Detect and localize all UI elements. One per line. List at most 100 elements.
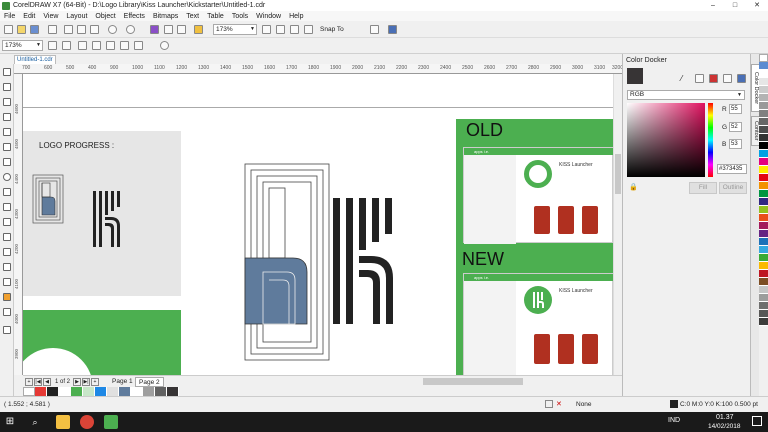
zoom-selected-icon[interactable] — [78, 41, 87, 50]
outline-button[interactable]: Outline — [719, 182, 747, 194]
document-tab[interactable]: Untitled-1.cdr — [14, 55, 56, 64]
palette-swatch-gray-10[interactable] — [759, 78, 768, 86]
add-tool-icon[interactable] — [3, 326, 11, 334]
palette-swatch-grass[interactable] — [759, 254, 768, 262]
zoom-tool-icon[interactable] — [3, 113, 11, 121]
palette-swatch-charcoal[interactable] — [759, 318, 768, 326]
horizontal-ruler[interactable]: 700 600 500 400 900 1000 1100 1200 1300 … — [14, 64, 622, 74]
menu-table[interactable]: Table — [207, 13, 224, 20]
palette-swatch-navy[interactable] — [759, 198, 768, 206]
swatch-red[interactable] — [35, 387, 47, 396]
file-explorer-icon[interactable] — [56, 415, 70, 429]
menu-layout[interactable]: Layout — [66, 13, 87, 20]
notifications-icon[interactable] — [752, 416, 762, 426]
color-viewer-icon[interactable] — [695, 74, 704, 83]
application-options-icon[interactable] — [388, 25, 397, 34]
interactive-fill-tool-icon[interactable] — [3, 293, 11, 301]
docker-menu-icon[interactable] — [737, 74, 746, 83]
prev-page-button[interactable]: ◀ — [43, 378, 51, 386]
copy-icon[interactable] — [77, 25, 86, 34]
zoom-page-width-icon[interactable] — [120, 41, 129, 50]
vertical-scrollbar-thumb[interactable] — [615, 154, 621, 194]
vertical-ruler[interactable]: 4600 4500 4400 4300 4200 4100 4000 3900 — [14, 74, 23, 375]
swatch-gray[interactable] — [143, 387, 155, 396]
palette-swatch-green[interactable] — [759, 190, 768, 198]
import-icon[interactable] — [164, 25, 173, 34]
minimize-button[interactable]: – — [702, 0, 724, 11]
menu-file[interactable]: File — [4, 13, 15, 20]
swatch-slate[interactable] — [119, 387, 131, 396]
b-value-field[interactable]: 53 — [729, 139, 742, 149]
palette-swatch-purple[interactable] — [759, 230, 768, 238]
print-icon[interactable] — [48, 25, 57, 34]
fill-indicator-icon[interactable] — [545, 400, 553, 408]
palette-swatch-white[interactable] — [759, 70, 768, 78]
palette-swatch-cyan[interactable] — [759, 150, 768, 158]
export-icon[interactable] — [177, 25, 186, 34]
menu-text[interactable]: Text — [186, 13, 199, 20]
palette-swatch-orange[interactable] — [759, 182, 768, 190]
palette-swatch-gray-50[interactable] — [759, 110, 768, 118]
last-page-button[interactable]: ▶| — [82, 378, 91, 386]
palette-swatch-vermilion[interactable] — [759, 214, 768, 222]
lock-icon[interactable]: 🔒 — [629, 183, 638, 191]
vertical-scrollbar[interactable] — [613, 74, 622, 375]
app-launcher-icon[interactable] — [194, 25, 203, 34]
zoom-levels-combo[interactable]: 173% ▼ — [2, 40, 43, 51]
zoom-page-icon[interactable] — [106, 41, 115, 50]
show-rulers-icon[interactable] — [276, 25, 285, 34]
maximize-button[interactable]: □ — [724, 0, 746, 11]
palette-swatch-sky[interactable] — [759, 246, 768, 254]
outline-color-swatch[interactable] — [670, 400, 678, 408]
palette-swatch-lime[interactable] — [759, 206, 768, 214]
crop-tool-icon[interactable] — [3, 98, 11, 106]
swatch-light-gray[interactable] — [107, 387, 119, 396]
parallel-dimension-tool-icon[interactable] — [3, 218, 11, 226]
save-icon[interactable] — [30, 25, 39, 34]
pick-tool-icon[interactable] — [3, 68, 11, 76]
swatch-green[interactable] — [71, 387, 83, 396]
swatch-white-2[interactable] — [131, 387, 143, 396]
color-picker-field[interactable] — [627, 103, 705, 177]
palette-swatch-red[interactable] — [759, 174, 768, 182]
r-value-field[interactable]: 55 — [729, 104, 742, 114]
palette-swatch-gray-30[interactable] — [759, 94, 768, 102]
show-grid-icon[interactable] — [290, 25, 299, 34]
zoom-out-icon[interactable] — [62, 41, 71, 50]
first-page-button[interactable]: |◀ — [34, 378, 42, 386]
palette-swatch-blue[interactable] — [759, 62, 768, 70]
palette-swatch-brown[interactable] — [759, 278, 768, 286]
artistic-media-tool-icon[interactable] — [3, 143, 11, 151]
open-folder-icon[interactable] — [17, 25, 26, 34]
close-button[interactable]: ✕ — [746, 0, 768, 11]
zoom-in-icon[interactable] — [48, 41, 57, 50]
palette-swatch-slate[interactable] — [759, 302, 768, 310]
new-document-icon[interactable] — [4, 25, 13, 34]
menu-bitmaps[interactable]: Bitmaps — [153, 13, 178, 20]
swatch-white[interactable] — [59, 387, 71, 396]
add-page-after-button[interactable]: + — [91, 378, 100, 386]
menu-object[interactable]: Object — [95, 13, 115, 20]
clock-time[interactable]: 01.37 — [716, 414, 734, 421]
color-model-select[interactable]: RGB ▼ — [627, 90, 745, 100]
drawing-canvas[interactable]: LOGO PROGRESS : OLD NEW apps i.e. KISS L… — [23, 74, 622, 375]
text-tool-icon[interactable] — [3, 203, 11, 211]
palette-swatch-crimson[interactable] — [759, 270, 768, 278]
menu-help[interactable]: Help — [289, 13, 303, 20]
transparency-tool-icon[interactable] — [3, 263, 11, 271]
add-page-icon[interactable] — [160, 41, 169, 50]
swatch-blue[interactable] — [95, 387, 107, 396]
palette-swatch-amber[interactable] — [759, 262, 768, 270]
swatch-charcoal[interactable] — [167, 387, 179, 396]
color-eyedropper-tool-icon[interactable] — [3, 278, 11, 286]
palette-swatch-plum[interactable] — [759, 222, 768, 230]
paste-icon[interactable] — [90, 25, 99, 34]
palette-swatch-gray-80[interactable] — [759, 134, 768, 142]
hue-slider[interactable] — [708, 103, 713, 177]
color-palettes-icon[interactable] — [723, 74, 732, 83]
search-icon[interactable]: ⌕ — [28, 415, 42, 429]
eyedropper-icon[interactable]: ⁄ — [681, 74, 682, 83]
hex-value-field[interactable]: #373435 — [717, 164, 747, 174]
undo-icon[interactable] — [108, 25, 117, 34]
color-sliders-icon[interactable] — [709, 74, 718, 83]
